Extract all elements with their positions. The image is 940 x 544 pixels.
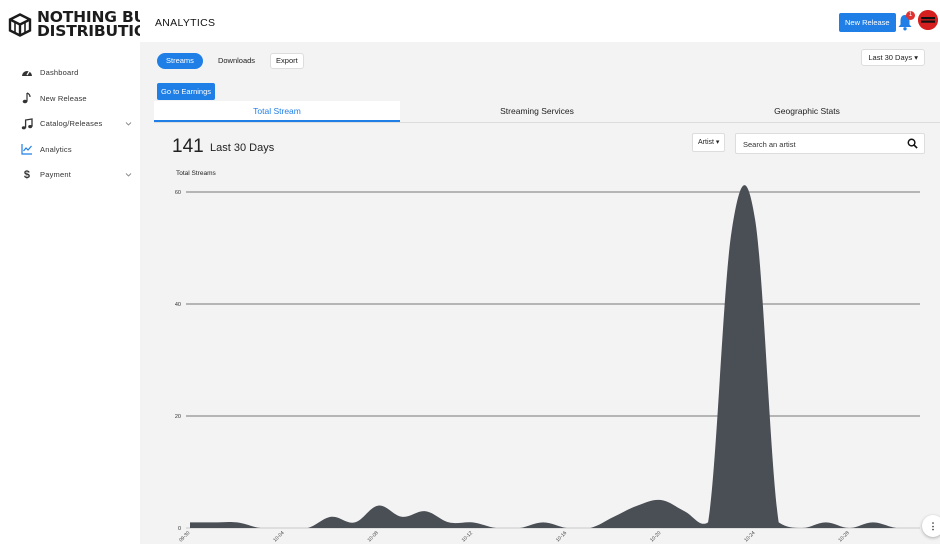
sidebar-item-catalog-releases[interactable]: Catalog/Releases — [0, 111, 140, 137]
sidebar: NOTHING BUT DISTRIBUTION Dashboard New R… — [0, 0, 160, 544]
music-notes-icon — [21, 117, 33, 130]
page-title: ANALYTICS — [155, 17, 216, 29]
x-tick-label: 10-16 — [555, 530, 568, 543]
x-tick-label: 10-12 — [461, 530, 474, 543]
sidebar-item-label: New Release — [40, 93, 87, 103]
sidebar-item-payment[interactable]: $ Payment — [0, 162, 140, 188]
y-tick-label: 40 — [175, 302, 181, 308]
cube-logo-icon — [8, 12, 32, 37]
sidebar-item-label: Payment — [40, 170, 71, 180]
y-tick-label: 0 — [178, 526, 181, 532]
notification-badge: 1 — [906, 11, 915, 20]
sidebar-nav: Dashboard New Release Catalog/Releases A… — [0, 60, 140, 188]
chevron-down-icon[interactable] — [125, 120, 132, 127]
sidebar-item-analytics[interactable]: Analytics — [0, 137, 140, 163]
avatar[interactable] — [918, 10, 938, 30]
x-tick-label: 10-28 — [837, 530, 850, 543]
brand-logo[interactable]: NOTHING BUT DISTRIBUTION — [8, 10, 160, 38]
streams-area-chart: 0 20 40 60 09-30 10-04 10-08 10-12 10-16 10-20 10-… — [175, 185, 921, 543]
chevron-down-icon[interactable] — [125, 171, 132, 178]
sidebar-item-label: Analytics — [40, 144, 72, 154]
y-tick-label: 60 — [175, 190, 181, 196]
line-chart-icon — [21, 143, 33, 155]
dollar-icon: $ — [23, 168, 31, 181]
sidebar-item-label: Dashboard — [40, 68, 79, 78]
x-tick-label: 09-30 — [178, 530, 191, 543]
music-note-icon — [21, 92, 33, 104]
x-tick-label: 10-24 — [743, 530, 756, 543]
x-tick-label: 10-20 — [649, 530, 662, 543]
sidebar-item-label: Catalog/Releases — [40, 119, 103, 129]
more-options-button[interactable]: ⋮ — [922, 515, 940, 537]
x-tick-label: 10-04 — [272, 530, 285, 543]
top-header: ANALYTICS New Release 1 — [140, 0, 940, 42]
sidebar-item-new-release[interactable]: New Release — [0, 86, 140, 112]
main-content: Streams Downloads Export Last 30 Days ▾ … — [140, 42, 940, 544]
x-tick-label: 10-08 — [367, 530, 380, 543]
gauge-icon — [21, 67, 33, 79]
y-tick-label: 20 — [175, 414, 181, 420]
streams-area-series — [190, 185, 920, 528]
avatar-image-icon — [918, 10, 938, 30]
new-release-button[interactable]: New Release — [839, 13, 896, 32]
sidebar-item-dashboard[interactable]: Dashboard — [0, 60, 140, 86]
